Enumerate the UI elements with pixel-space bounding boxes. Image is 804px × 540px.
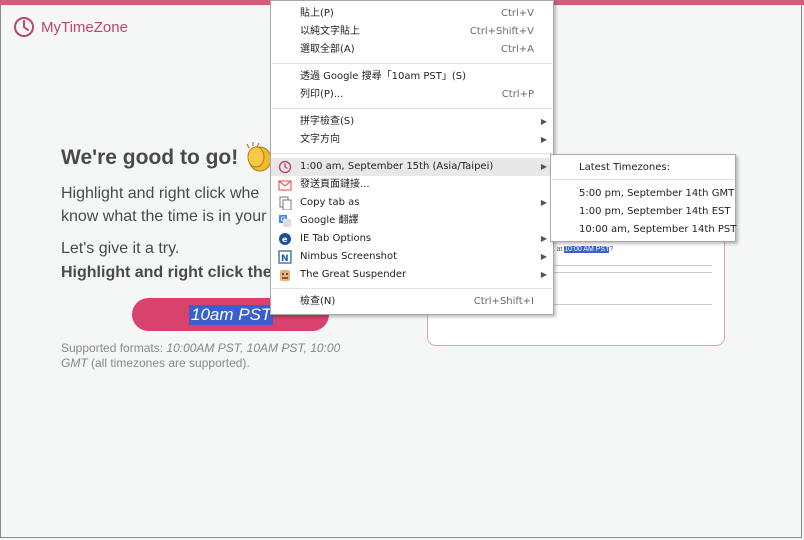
menu-item-great-suspender[interactable]: The Great Suspender ▶ (271, 266, 553, 284)
menu-item-google-translate[interactable]: G Google 翻譯 (271, 212, 553, 230)
submenu-arrow-icon: ▶ (540, 234, 547, 243)
demo-divider (550, 265, 712, 266)
demo-preview-text: k at 10:00 AM PST? (551, 246, 613, 253)
brand[interactable]: MyTimeZone (13, 16, 128, 38)
menu-separator (272, 153, 552, 154)
menu-item-copy-tab[interactable]: Copy tab as ▶ (271, 194, 553, 212)
demo-divider (550, 304, 712, 305)
menu-item-send-link[interactable]: 發送頁面鏈接... (271, 176, 553, 194)
menu-item-mytimezone[interactable]: 1:00 am, September 15th (Asia/Taipei) ▶ (271, 158, 553, 176)
menu-separator (272, 63, 552, 64)
menu-separator (552, 179, 734, 180)
svg-text:N: N (281, 254, 289, 264)
menu-separator (272, 288, 552, 289)
submenu-arrow-icon: ▶ (540, 198, 547, 207)
menu-item-text-direction[interactable]: 文字方向 ▶ (271, 131, 553, 149)
menu-item-paste-plain[interactable]: 以純文字貼上 Ctrl+Shift+V (271, 23, 553, 41)
demo-text-highlight: 10:00 AM PST (564, 246, 610, 253)
timezone-submenu: Latest Timezones: 5:00 pm, September 14t… (550, 154, 736, 242)
menu-item-print[interactable]: 列印(P)... Ctrl+P (271, 86, 553, 104)
submenu-arrow-icon: ▶ (540, 117, 547, 126)
nimbus-icon: N (278, 250, 292, 264)
demo-text-suffix: ? (609, 246, 614, 253)
menu-item-inspect[interactable]: 檢查(N) Ctrl+Shift+I (271, 293, 553, 311)
translate-icon: G (279, 215, 291, 227)
menu-item-spellcheck[interactable]: 拼字檢查(S) ▶ (271, 113, 553, 131)
copy-icon (279, 196, 292, 210)
submenu-header: Latest Timezones: (579, 162, 670, 173)
submenu-arrow-icon: ▶ (540, 252, 547, 261)
try-it-text: Let's give it a try. (61, 240, 180, 257)
page-heading: We're good to go! (61, 146, 239, 169)
svg-text:G: G (281, 216, 286, 224)
submenu-arrow-icon: ▶ (540, 135, 547, 144)
submenu-item-gmt[interactable]: 5:00 pm, September 14th GMT (579, 188, 734, 199)
submenu-arrow-icon: ▶ (540, 162, 547, 171)
formats-prefix: Supported formats: (61, 341, 167, 355)
great-suspender-icon (280, 270, 290, 281)
brand-name: MyTimeZone (41, 18, 128, 36)
description-line-2: know what the time is in your (61, 208, 267, 225)
menu-separator (272, 108, 552, 109)
submenu-item-pst[interactable]: 10:00 am, September 14th PST (579, 224, 736, 235)
formats-suffix: (all timezones are supported). (87, 356, 250, 370)
svg-text:e: e (282, 235, 288, 244)
ie-tab-icon: e (279, 233, 291, 245)
description: Highlight and right click whe know what … (61, 182, 266, 228)
selected-sample-time[interactable]: 10am PST (189, 305, 274, 325)
submenu-arrow-icon: ▶ (540, 270, 547, 279)
try-it-instruction: Highlight and right click the (61, 264, 272, 281)
submenu-item-est[interactable]: 1:00 pm, September 14th EST (579, 206, 730, 217)
mail-icon (278, 180, 292, 191)
menu-item-paste[interactable]: 貼上(P) Ctrl+V (271, 5, 553, 23)
supported-formats: Supported formats: 10:00AM PST, 10AM PST… (61, 341, 361, 371)
menu-item-search-google[interactable]: 透過 Google 搜尋「10am PST」(S) (271, 68, 553, 86)
menu-item-select-all[interactable]: 選取全部(A) Ctrl+A (271, 41, 553, 59)
demo-divider (550, 272, 712, 273)
clock-icon (278, 160, 292, 174)
context-menu: 貼上(P) Ctrl+V 以純文字貼上 Ctrl+Shift+V 選取全部(A)… (270, 0, 554, 315)
clock-icon (14, 17, 34, 37)
menu-item-nimbus[interactable]: N Nimbus Screenshot ▶ (271, 248, 553, 266)
description-line-1: Highlight and right click whe (61, 185, 260, 202)
menu-item-ie-tab[interactable]: e IE Tab Options ▶ (271, 230, 553, 248)
